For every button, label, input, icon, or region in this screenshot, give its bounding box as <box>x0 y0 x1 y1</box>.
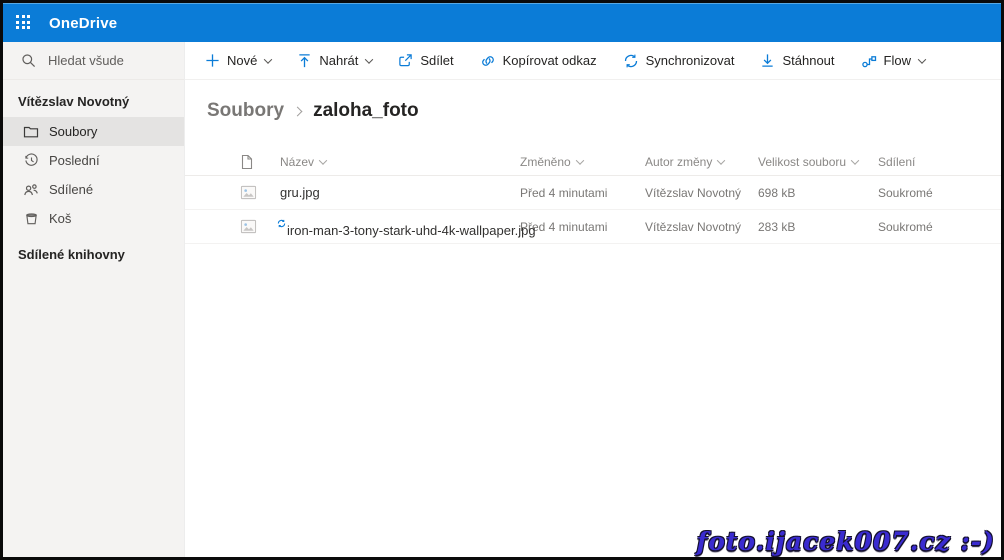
chevron-down-icon <box>917 54 927 64</box>
app-title: OneDrive <box>49 14 118 32</box>
sidebar-libraries-section: Sdílené knihovny <box>18 247 125 262</box>
column-header-sharing[interactable]: Sdílení <box>878 155 1001 169</box>
trash-icon <box>23 211 39 227</box>
download-button[interactable]: Stáhnout <box>760 53 835 68</box>
image-file-icon <box>240 184 280 201</box>
chevron-down-icon <box>264 54 273 64</box>
share-button[interactable]: Sdílet <box>398 53 454 68</box>
share-icon <box>398 53 413 68</box>
file-sharing: Soukromé <box>878 185 933 200</box>
suite-header: OneDrive <box>3 3 1001 42</box>
file-modified: Před 4 minutami <box>520 185 608 200</box>
sync-button[interactable]: Synchronizovat <box>623 53 735 69</box>
file-sharing: Soukromé <box>878 219 933 234</box>
download-icon <box>760 53 775 68</box>
sidebar-item-posledni[interactable]: Poslední <box>3 146 184 175</box>
column-header-author[interactable]: Autor změny <box>645 155 758 169</box>
file-size: 283 kB <box>758 219 796 234</box>
chevron-down-icon <box>575 155 584 165</box>
breadcrumb-root[interactable]: Soubory <box>207 100 284 122</box>
onedrive-window: OneDrive Hledat všude Vítězslav Novotný … <box>0 0 1004 560</box>
sidebar-item-sdilene[interactable]: Sdílené <box>3 175 184 204</box>
file-name: iron-man-3-tony-stark-uhd-4k-wallpaper.j… <box>277 216 536 238</box>
link-icon <box>480 53 496 69</box>
toolbar-label: Kopírovat odkaz <box>502 53 597 68</box>
app-launcher-icon[interactable] <box>16 15 32 31</box>
copy-link-button[interactable]: Kopírovat odkaz <box>480 53 597 69</box>
sidebar-item-label: Sdílené <box>49 182 94 197</box>
sidebar-item-label: Koš <box>49 211 72 226</box>
search-icon <box>22 54 36 68</box>
upload-button[interactable]: Nahrát <box>297 53 374 68</box>
search-placeholder: Hledat všude <box>48 53 124 68</box>
flow-button[interactable]: Flow <box>861 53 927 69</box>
breadcrumb: Soubory zaloha_foto <box>207 100 1001 122</box>
file-modified: Před 4 minutami <box>520 219 608 234</box>
toolbar-label: Flow <box>883 53 911 68</box>
file-author: Vítězslav Novotný <box>645 185 742 200</box>
new-button[interactable]: Nové <box>205 53 273 68</box>
toolbar-label: Stáhnout <box>782 53 835 68</box>
upload-icon <box>297 53 312 68</box>
folder-icon <box>23 124 39 140</box>
toolbar-label: Sdílet <box>420 53 454 68</box>
chevron-down-icon <box>318 155 328 165</box>
toolbar-label: Synchronizovat <box>645 53 735 68</box>
file-name: gru.jpg <box>280 185 320 200</box>
sync-status-icon <box>277 216 286 231</box>
sidebar-user-section: Vítězslav Novotný <box>18 94 130 109</box>
clock-icon <box>23 153 39 169</box>
chevron-down-icon <box>850 155 860 165</box>
sidebar-item-label: Soubory <box>49 124 98 139</box>
toolbar-label: Nové <box>227 53 258 68</box>
column-header-name[interactable]: Název <box>280 155 520 169</box>
sidebar-item-soubory[interactable]: Soubory <box>3 117 184 146</box>
file-size: 698 kB <box>758 185 796 200</box>
breadcrumb-current: zaloha_foto <box>313 100 419 121</box>
column-header-modified[interactable]: Změněno <box>520 155 645 169</box>
sync-icon <box>623 53 639 69</box>
file-row[interactable]: gru.jpg Před 4 minutami Vítězslav Novotn… <box>185 176 1001 210</box>
flow-icon <box>861 53 877 69</box>
sidebar-item-kos[interactable]: Koš <box>3 204 184 233</box>
sidebar-item-label: Poslední <box>49 153 100 168</box>
file-row[interactable]: iron-man-3-tony-stark-uhd-4k-wallpaper.j… <box>185 210 1001 244</box>
main-content: Nové Nahrát Sdílet Kopírovat odkaz Synch… <box>185 42 1001 557</box>
photographer-watermark: foto.ijacek007.cz :-) <box>696 527 995 556</box>
file-author: Vítězslav Novotný <box>645 219 742 234</box>
column-header-size[interactable]: Velikost souboru <box>758 155 878 169</box>
people-icon <box>23 182 39 198</box>
breadcrumb-chevron-icon <box>292 106 303 116</box>
file-list-header: Název Změněno Autor změny Velikost soubo… <box>185 148 1001 176</box>
chevron-down-icon <box>717 155 726 165</box>
doc-type-icon[interactable] <box>240 154 280 170</box>
file-list: Název Změněno Autor změny Velikost soubo… <box>185 148 1001 244</box>
command-bar: Nové Nahrát Sdílet Kopírovat odkaz Synch… <box>185 42 1001 80</box>
chevron-down-icon <box>365 54 374 64</box>
search-input[interactable]: Hledat všude <box>3 42 184 80</box>
sidebar: Hledat všude Vítězslav Novotný Soubory P… <box>3 42 185 557</box>
plus-icon <box>205 53 220 68</box>
toolbar-label: Nahrát <box>319 53 359 68</box>
image-file-icon <box>240 218 280 235</box>
